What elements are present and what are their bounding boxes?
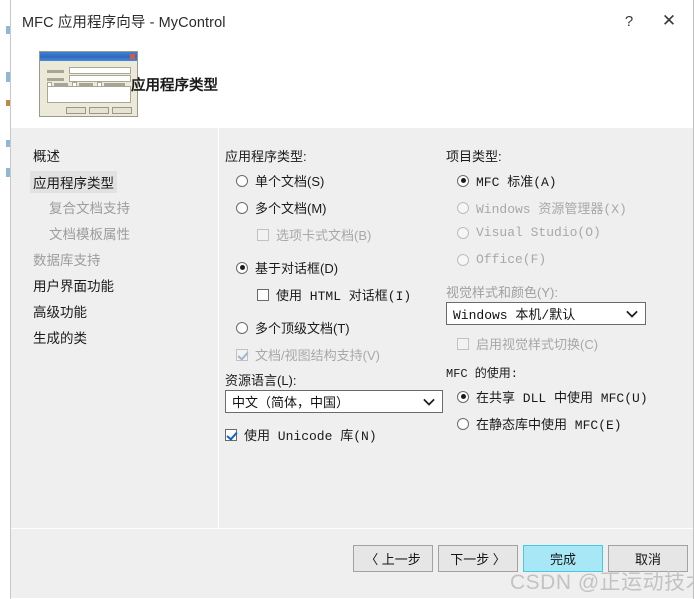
radio-indicator (236, 261, 248, 274)
checkbox-use-html-dialog[interactable]: 使用 HTML 对话框(I) (257, 285, 411, 304)
radio-indicator (457, 390, 469, 403)
radio-indicator (457, 253, 469, 266)
option-label: 启用视觉样式切换(C) (476, 337, 599, 352)
thumbnail-close-icon (130, 54, 135, 59)
window-title: MFC 应用程序向导 - MyControl (22, 15, 226, 31)
radio-use-mfc-in-shared-dll[interactable]: 在共享 DLL 中使用 MFC(U) (457, 387, 648, 406)
background-artifact (6, 140, 10, 147)
radio-indicator (457, 226, 469, 239)
cancel-button[interactable]: 取消 (608, 545, 688, 572)
chevron-down-icon (626, 308, 638, 320)
option-label: 文档/视图结构支持(V) (255, 348, 380, 363)
radio-indicator (236, 174, 248, 187)
sidebar-item-advanced-features[interactable]: 高级功能 (33, 301, 87, 321)
option-label: Windows 资源管理器(X) (476, 202, 627, 217)
help-icon[interactable]: ? (611, 8, 647, 34)
option-label: 多个顶级文档(T) (255, 321, 350, 336)
application-type-group-label: 应用程序类型: (225, 149, 307, 164)
checkbox-enable-visual-style-switching: 启用视觉样式切换(C) (457, 334, 598, 353)
thumbnail-titlebar (40, 52, 137, 61)
sidebar-item-user-interface-features[interactable]: 用户界面功能 (33, 275, 114, 295)
radio-dialog-based[interactable]: 基于对话框(D) (236, 258, 338, 277)
sidebar-item-document-template-properties: 文档模板属性 (49, 227, 130, 242)
project-type-group-label: 项目类型: (446, 149, 502, 164)
radio-single-document[interactable]: 单个文档(S) (236, 171, 324, 190)
checkbox-indicator (257, 228, 269, 241)
checkbox-indicator (236, 348, 248, 361)
checkbox-document-view-architecture-support: 文档/视图结构支持(V) (236, 345, 380, 364)
option-label: Office(F) (476, 252, 547, 267)
radio-multiple-top-level-documents[interactable]: 多个顶级文档(T) (236, 318, 350, 337)
page-title: 应用程序类型 (131, 78, 218, 94)
checkbox-indicator (457, 337, 469, 350)
background-artifact (6, 72, 10, 82)
radio-office: Office(F) (457, 252, 546, 267)
wizard-banner: 应用程序类型 (11, 40, 693, 128)
thumbnail-button (112, 107, 132, 114)
back-button[interactable]: 〈 上一步 (353, 545, 433, 572)
radio-indicator (457, 417, 469, 430)
option-label: 在共享 DLL 中使用 MFC(U) (476, 391, 648, 406)
option-label: 基于对话框(D) (255, 261, 339, 276)
checkbox-use-unicode-libraries[interactable]: 使用 Unicode 库(N) (225, 425, 377, 444)
next-button[interactable]: 下一步 〉 (438, 545, 518, 572)
mfc-use-group-label: MFC 的使用: (446, 367, 519, 381)
mfc-wizard-window: MFC 应用程序向导 - MyControl ? ✕ 应用程序类型 概述 应用程… (0, 0, 694, 599)
option-label: 在静态库中使用 MFC(E) (476, 418, 622, 433)
option-label: 使用 HTML 对话框(I) (276, 289, 412, 304)
visual-style-value: Windows 本机/默认 (453, 308, 576, 323)
radio-indicator (457, 201, 469, 214)
wizard-step-sidebar: 概述 应用程序类型 复合文档支持 文档模板属性 数据库支持 用户界面功能 高级功… (11, 128, 218, 528)
background-artifact (6, 100, 10, 106)
finish-button[interactable]: 完成 (523, 545, 603, 572)
option-label: 多个文档(M) (255, 201, 327, 216)
close-icon[interactable]: ✕ (651, 8, 687, 34)
radio-mfc-standard[interactable]: MFC 标准(A) (457, 171, 557, 190)
thumbnail-textarea (47, 86, 131, 103)
radio-use-mfc-in-static-library[interactable]: 在静态库中使用 MFC(E) (457, 414, 622, 433)
visual-style-label: 视觉样式和颜色(Y): (446, 285, 558, 300)
thumbnail-button (66, 107, 86, 114)
visual-style-combobox[interactable]: Windows 本机/默认 (446, 302, 646, 325)
sidebar-item-generated-classes[interactable]: 生成的类 (33, 327, 87, 347)
sidebar-item-application-type[interactable]: 应用程序类型 (30, 171, 117, 193)
dialog-preview-thumbnail (39, 51, 138, 117)
radio-indicator (236, 321, 248, 334)
checkbox-indicator (225, 428, 237, 441)
radio-windows-explorer: Windows 资源管理器(X) (457, 198, 627, 217)
option-label: 单个文档(S) (255, 174, 325, 189)
title-bar: MFC 应用程序向导 - MyControl ? ✕ (11, 0, 693, 40)
radio-multiple-documents[interactable]: 多个文档(M) (236, 198, 327, 217)
wizard-content-panel: 应用程序类型: 单个文档(S) 多个文档(M) 选项卡式文档(B) 基于对话框(… (219, 128, 693, 528)
sidebar-item-compound-document-support: 复合文档支持 (49, 201, 130, 216)
sidebar-item-overview[interactable]: 概述 (33, 145, 60, 165)
checkbox-indicator (257, 288, 269, 301)
resource-language-value: 中文（简体，中国） (232, 395, 350, 410)
thumbnail-textfield (69, 67, 131, 74)
option-label: 选项卡式文档(B) (276, 228, 372, 243)
background-artifact (6, 168, 10, 177)
resource-language-combobox[interactable]: 中文（简体，中国） (225, 390, 443, 413)
option-label: 使用 Unicode 库(N) (244, 429, 377, 444)
radio-indicator (457, 174, 469, 187)
thumbnail-label (47, 70, 64, 73)
thumbnail-button (89, 107, 109, 114)
wizard-footer: 〈 上一步 下一步 〉 完成 取消 (11, 529, 693, 598)
option-label: MFC 标准(A) (476, 175, 557, 190)
checkbox-tabbed-documents: 选项卡式文档(B) (257, 225, 371, 244)
chevron-down-icon (423, 396, 435, 408)
option-label: Visual Studio(O) (476, 225, 601, 240)
sidebar-item-database-support: 数据库支持 (33, 253, 101, 268)
radio-visual-studio: Visual Studio(O) (457, 225, 601, 240)
radio-indicator (236, 201, 248, 214)
resource-language-label: 资源语言(L): (225, 373, 297, 388)
background-artifact (6, 26, 10, 34)
